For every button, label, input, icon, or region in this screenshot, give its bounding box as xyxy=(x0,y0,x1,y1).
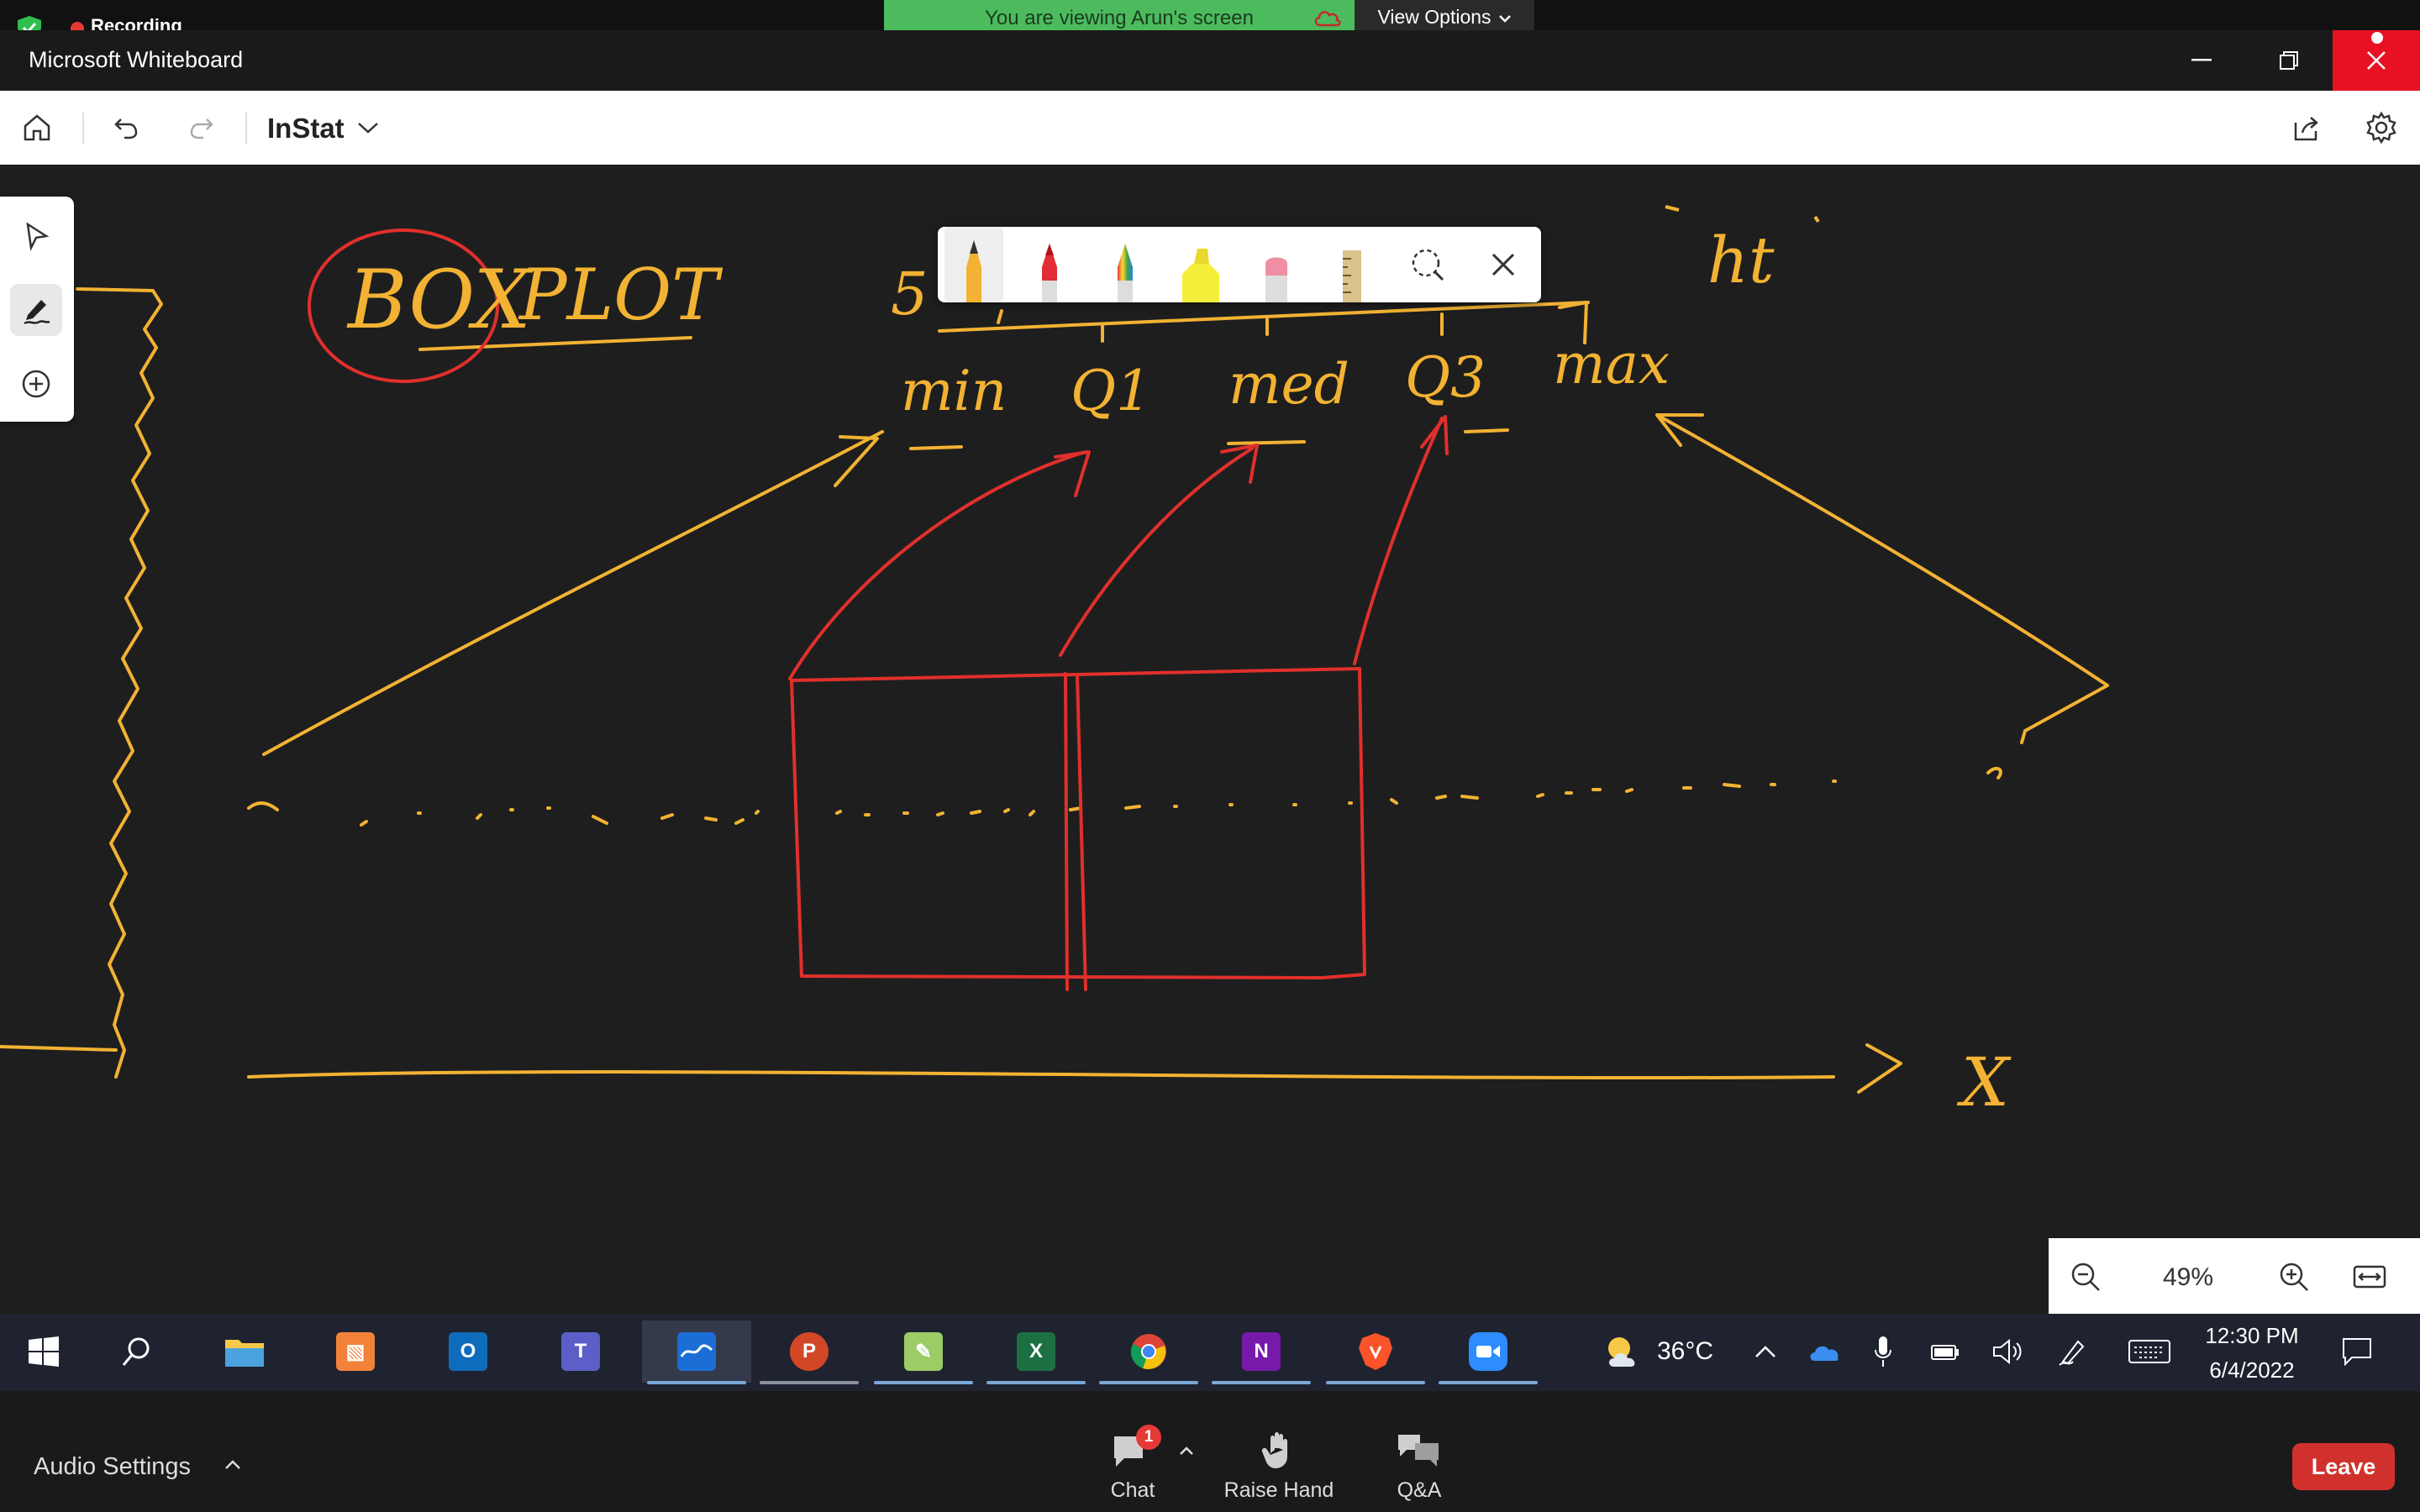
qa-label[interactable]: Q&A xyxy=(1381,1478,1457,1503)
pen-rainbow-icon[interactable] xyxy=(1096,227,1155,302)
chat-unread-badge: 1 xyxy=(1136,1425,1161,1450)
raise-hand-label[interactable]: Raise Hand xyxy=(1210,1478,1348,1503)
min-label: min xyxy=(901,359,1007,423)
toolbar-divider xyxy=(245,113,247,144)
keyboard-icon[interactable] xyxy=(2118,1320,2181,1383)
q1-label: Q1 xyxy=(1071,359,1151,423)
window-title-bar xyxy=(0,30,2420,91)
chevron-up-icon[interactable] xyxy=(1736,1320,1795,1383)
excel-icon[interactable]: X xyxy=(981,1320,1091,1384)
restore-button[interactable] xyxy=(2255,30,2323,91)
file-explorer-icon[interactable] xyxy=(190,1320,299,1383)
share-icon[interactable] xyxy=(2282,104,2329,151)
chevron-up-icon[interactable] xyxy=(1178,1445,1195,1461)
view-options-button[interactable]: View Options xyxy=(1355,0,1534,34)
select-arrow-icon[interactable] xyxy=(10,210,62,262)
whiteboard-canvas[interactable]: BOX PLOT 5 min Q1 med Q3 max ht X xyxy=(0,165,2420,1314)
pen-ink-icon[interactable] xyxy=(10,284,62,336)
max-label: max xyxy=(1553,332,1670,396)
tool-rail xyxy=(0,197,74,422)
chevron-up-icon[interactable] xyxy=(224,1458,242,1476)
windows-start-icon[interactable] xyxy=(0,1320,87,1383)
zoom-app-icon[interactable] xyxy=(1434,1320,1543,1384)
five-text: 5 xyxy=(891,260,929,328)
ruler-icon[interactable] xyxy=(1323,227,1381,302)
pen-tray xyxy=(938,227,1541,302)
pen-yellow-icon[interactable] xyxy=(944,227,1003,302)
minimize-icon xyxy=(2191,59,2212,61)
chevron-down-icon[interactable] xyxy=(345,104,392,151)
orange-app-icon[interactable]: ▧ xyxy=(301,1320,410,1383)
window-title: Microsoft Whiteboard xyxy=(29,47,244,72)
photo-editor-icon[interactable]: ✎ xyxy=(869,1320,978,1384)
onedrive-icon[interactable] xyxy=(1795,1320,1854,1383)
close-icon[interactable] xyxy=(1474,227,1533,302)
battery-icon[interactable] xyxy=(1916,1320,1975,1383)
notification-dot xyxy=(2370,30,2385,45)
close-icon xyxy=(2367,51,2386,70)
add-icon[interactable] xyxy=(10,358,62,410)
raise-hand-icon[interactable] xyxy=(1260,1430,1297,1474)
home-icon[interactable] xyxy=(13,104,60,151)
ht-quote-marks xyxy=(1665,205,1820,223)
chevron-down-icon xyxy=(1498,6,1512,29)
pen-red-icon[interactable] xyxy=(1020,227,1079,302)
view-options-label: View Options xyxy=(1377,5,1491,28)
chat-label[interactable]: Chat xyxy=(1092,1478,1173,1503)
zoom-level: 49% xyxy=(2163,1263,2214,1291)
teams-icon[interactable]: T xyxy=(526,1320,635,1383)
onenote-icon[interactable]: N xyxy=(1207,1320,1316,1384)
powerpoint-icon[interactable]: P xyxy=(755,1320,864,1384)
search-icon[interactable] xyxy=(87,1320,185,1383)
med-label: med xyxy=(1228,352,1349,417)
whiteboard-app-icon[interactable] xyxy=(642,1320,751,1384)
qa-icon[interactable] xyxy=(1395,1431,1442,1474)
q3-label: Q3 xyxy=(1405,345,1486,410)
undo-icon[interactable] xyxy=(103,104,150,151)
restore-icon xyxy=(2280,51,2298,70)
lasso-select-icon[interactable] xyxy=(1398,227,1457,302)
outlook-icon[interactable]: O xyxy=(413,1320,523,1383)
audio-settings-button[interactable]: Audio Settings xyxy=(34,1453,191,1481)
x-axis-label: X xyxy=(1956,1043,2012,1121)
microphone-icon[interactable] xyxy=(1854,1320,1912,1383)
viewing-banner-text: You are viewing Arun's screen xyxy=(985,7,1254,29)
fit-to-screen-icon[interactable] xyxy=(2346,1253,2393,1300)
toolbar-divider xyxy=(82,113,84,144)
clock-time[interactable]: 12:30 PM xyxy=(2185,1323,2319,1349)
pen-workspace-icon[interactable] xyxy=(2044,1320,2102,1383)
redo-icon[interactable] xyxy=(178,104,225,151)
title-box-text: BOX xyxy=(346,253,534,347)
gear-icon[interactable] xyxy=(2358,104,2405,151)
ht-label: ht xyxy=(1707,223,1775,297)
highlighter-yellow-icon[interactable] xyxy=(1171,227,1230,302)
chrome-icon[interactable] xyxy=(1094,1320,1203,1384)
clock-date[interactable]: 6/4/2022 xyxy=(2185,1357,2319,1383)
zoom-in-icon[interactable] xyxy=(2270,1253,2317,1300)
volume-icon[interactable] xyxy=(1978,1320,2037,1383)
board-name[interactable]: InStat xyxy=(267,113,345,144)
eraser-icon[interactable] xyxy=(1247,227,1306,302)
minimize-button[interactable] xyxy=(2168,30,2235,91)
notifications-icon[interactable] xyxy=(2328,1320,2386,1383)
yellow-ink-strokes xyxy=(0,287,2109,1094)
title-plot-text: PLOT xyxy=(518,254,723,336)
zoom-out-icon[interactable] xyxy=(2062,1253,2109,1300)
brave-icon[interactable] xyxy=(1321,1320,1430,1384)
leave-button[interactable]: Leave xyxy=(2292,1443,2395,1490)
weather-icon[interactable] xyxy=(1593,1320,1652,1383)
weather-temperature[interactable]: 36°C xyxy=(1657,1337,1713,1366)
